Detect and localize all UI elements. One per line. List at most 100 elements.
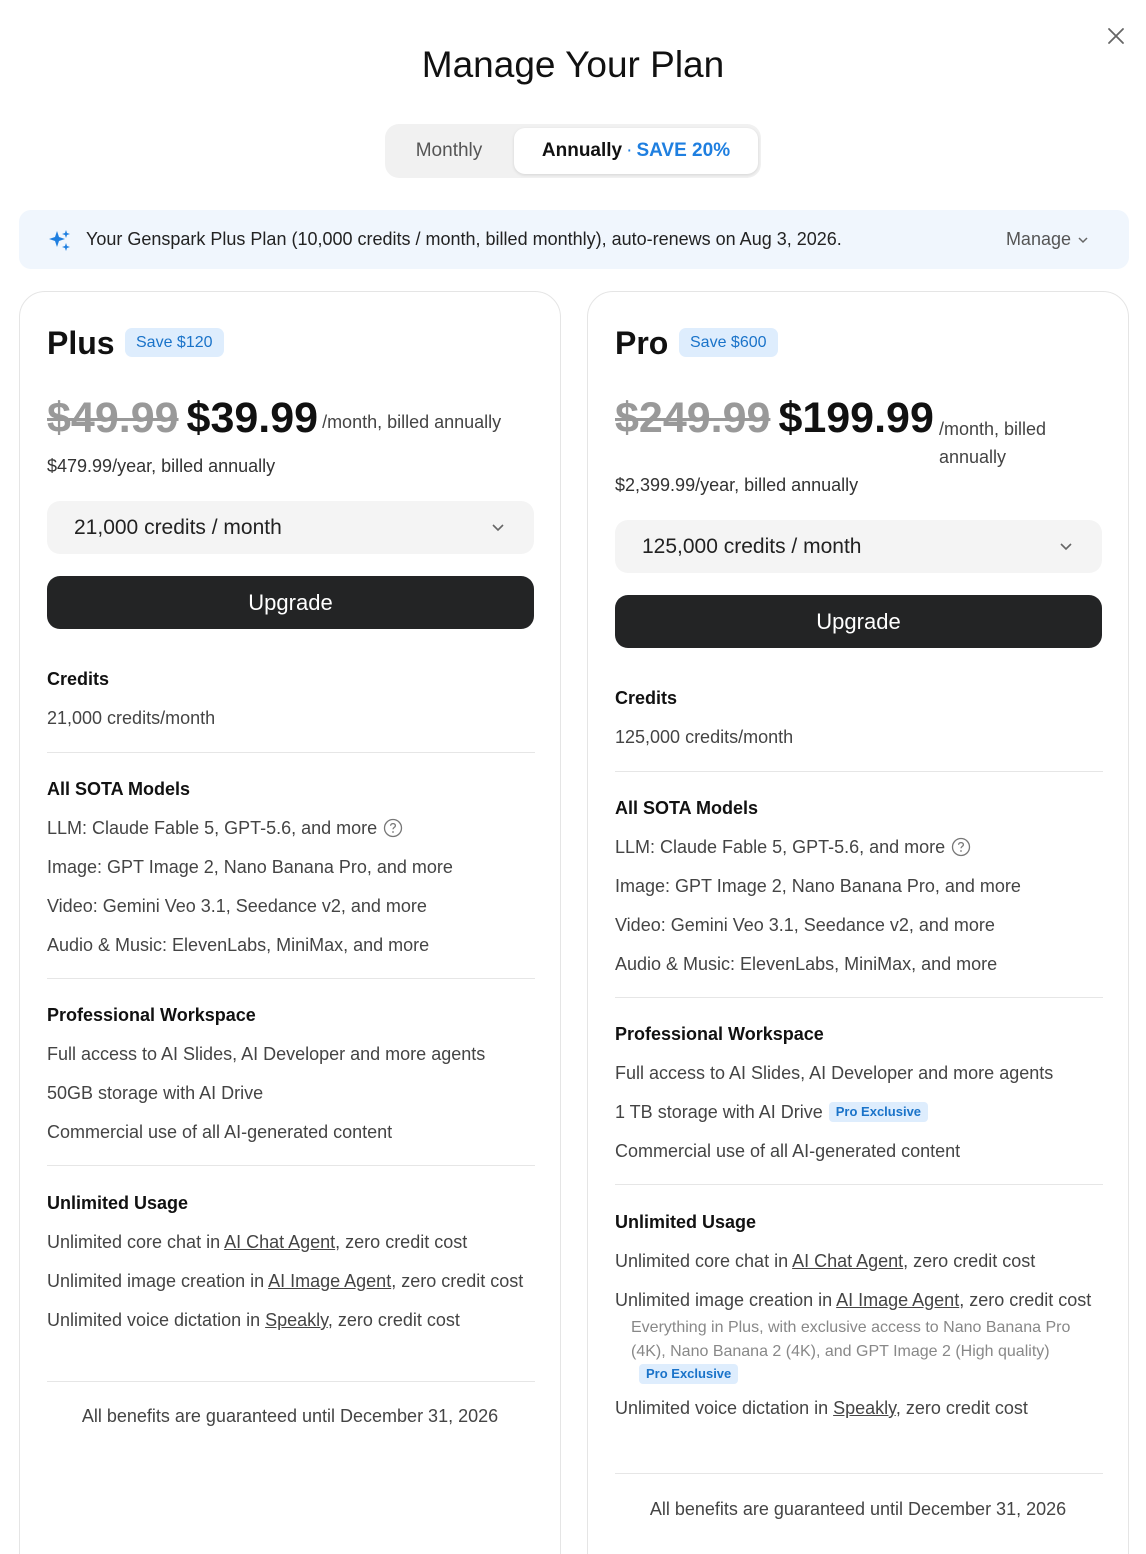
credits-value: 125,000 credits/month xyxy=(615,727,794,747)
workspace-section: Professional Workspace Full access to AI… xyxy=(47,1001,535,1146)
annual-save-label: SAVE 20% xyxy=(636,140,731,161)
feature-item: LLM: Claude Fable 5, GPT-5.6, and more xyxy=(47,814,535,842)
feature-item: Full access to AI Slides, AI Developer a… xyxy=(615,1063,1054,1083)
plan-card-pro: Pro Save $600 $249.99 $199.99 /month, bil… xyxy=(587,291,1129,1554)
feature-item: Audio & Music: ElevenLabs, MiniMax, and … xyxy=(615,954,998,974)
credits-dropdown-value: 125,000 credits / month xyxy=(642,535,862,558)
section-title: Professional Workspace xyxy=(47,1005,256,1025)
feature-text: Unlimited image creation in xyxy=(615,1290,837,1310)
divider xyxy=(47,1381,535,1382)
sparkle-icon xyxy=(49,230,70,251)
section-title: Credits xyxy=(47,669,110,689)
price-period: /month, billed annually xyxy=(939,419,1047,467)
plan-name: Plus xyxy=(47,325,115,361)
current-plan-banner: Your Genspark Plus Plan (10,000 credits … xyxy=(19,210,1129,269)
save-badge: Save $600 xyxy=(679,328,778,357)
feature-item: Commercial use of all AI-generated conte… xyxy=(615,1141,961,1161)
feature-text: 1 TB storage with AI Drive xyxy=(615,1102,823,1122)
feature-item: 50GB storage with AI Drive xyxy=(47,1083,264,1103)
chevron-down-icon xyxy=(492,524,504,532)
price-row: $49.99 $39.99/month, billed annually xyxy=(47,394,501,443)
manage-dropdown[interactable]: Manage xyxy=(1006,210,1089,269)
section-title: Professional Workspace xyxy=(615,1024,824,1044)
feature-item: 1 TB storage with AI Drive Pro Exclusive xyxy=(615,1098,1103,1126)
unlimited-section: Unlimited Usage Unlimited core chat in A… xyxy=(47,1189,535,1334)
section-title: Unlimited Usage xyxy=(615,1212,757,1232)
feature-text: Unlimited core chat in xyxy=(47,1232,225,1252)
yearly-price: $479.99/year, billed annually xyxy=(47,456,276,476)
ai-image-agent-link[interactable]: AI Image Agent xyxy=(268,1271,391,1291)
feature-item: Unlimited voice dictation in Speakly, ze… xyxy=(615,1394,1103,1422)
chevron-down-icon xyxy=(1060,543,1072,551)
feature-text: , zero credit cost xyxy=(959,1290,1092,1310)
speakly-link[interactable]: Speakly xyxy=(265,1310,328,1330)
manage-label: Manage xyxy=(1005,229,1071,249)
credits-dropdown[interactable]: 125,000 credits / month xyxy=(615,520,1102,573)
section-title: Unlimited Usage xyxy=(47,1193,189,1213)
ai-chat-agent-link[interactable]: AI Chat Agent xyxy=(792,1251,903,1271)
original-price: $49.99 xyxy=(47,394,179,442)
help-icon[interactable] xyxy=(383,818,403,838)
feature-item: Audio & Music: ElevenLabs, MiniMax, and … xyxy=(47,935,430,955)
credits-dropdown[interactable]: 21,000 credits / month xyxy=(47,501,534,554)
section-title: All SOTA Models xyxy=(615,798,759,818)
feature-item: Image: GPT Image 2, Nano Banana Pro, and… xyxy=(615,876,1021,896)
monthly-option[interactable]: Monthly xyxy=(385,124,513,178)
pro-exclusive-badge: Pro Exclusive xyxy=(828,1102,929,1122)
feature-item: Unlimited voice dictation in Speakly, ze… xyxy=(47,1306,535,1334)
divider xyxy=(47,752,535,753)
section-title: All SOTA Models xyxy=(47,779,191,799)
feature-item: Video: Gemini Veo 3.1, Seedance v2, and … xyxy=(615,915,995,935)
section-title: Credits xyxy=(615,688,678,708)
feature-item: LLM: Claude Fable 5, GPT-5.6, and more xyxy=(615,833,1103,861)
divider xyxy=(47,1165,535,1166)
feature-text: Unlimited voice dictation in xyxy=(47,1310,266,1330)
feature-text: LLM: Claude Fable 5, GPT-5.6, and more xyxy=(615,837,946,857)
pro-exclusive-badge: Pro Exclusive xyxy=(639,1364,739,1384)
upgrade-button[interactable]: Upgrade xyxy=(47,576,534,629)
price-period: /month, billed annually xyxy=(322,412,502,432)
credits-dropdown-value: 21,000 credits / month xyxy=(74,516,282,539)
feature-item: Unlimited image creation in AI Image Age… xyxy=(47,1267,535,1295)
price-row: $249.99 $199.99 xyxy=(615,394,934,443)
guarantee-text: All benefits are guaranteed until Decemb… xyxy=(81,1406,499,1426)
unlimited-section: Unlimited Usage Unlimited core chat in A… xyxy=(615,1208,1103,1422)
annually-option[interactable]: Annually · SAVE 20% xyxy=(514,128,758,174)
feature-item: Unlimited core chat in AI Chat Agent, ze… xyxy=(47,1228,535,1256)
save-badge: Save $120 xyxy=(125,328,224,357)
feature-item: Full access to AI Slides, AI Developer a… xyxy=(47,1044,486,1064)
ai-image-agent-link[interactable]: AI Image Agent xyxy=(836,1290,959,1310)
divider xyxy=(47,978,535,979)
upgrade-button[interactable]: Upgrade xyxy=(615,595,1102,648)
guarantee-text: All benefits are guaranteed until Decemb… xyxy=(649,1499,1067,1519)
ai-chat-agent-link[interactable]: AI Chat Agent xyxy=(224,1232,335,1252)
yearly-price: $2,399.99/year, billed annually xyxy=(615,475,859,495)
original-price: $249.99 xyxy=(615,394,771,442)
discounted-price: $199.99 xyxy=(778,394,934,442)
feature-text: , zero credit cost xyxy=(895,1398,1028,1418)
plan-name: Pro xyxy=(615,325,669,361)
feature-text: Unlimited image creation in xyxy=(47,1271,269,1291)
discounted-price: $39.99 xyxy=(186,394,319,442)
credits-section: Credits 21,000 credits/month xyxy=(47,665,535,732)
models-section: All SOTA Models LLM: Claude Fable 5, GPT… xyxy=(615,794,1103,978)
feature-text: , zero credit cost xyxy=(327,1310,460,1330)
current-plan-text: Your Genspark Plus Plan (10,000 credits … xyxy=(86,229,842,249)
feature-item: Image: GPT Image 2, Nano Banana Pro, and… xyxy=(47,857,453,877)
feature-item: Unlimited image creation in AI Image Age… xyxy=(615,1286,1103,1314)
feature-text: Unlimited voice dictation in xyxy=(615,1398,834,1418)
feature-text: , zero credit cost xyxy=(391,1271,524,1291)
chevron-down-icon xyxy=(1078,237,1088,244)
workspace-section: Professional Workspace Full access to AI… xyxy=(615,1020,1103,1165)
help-icon[interactable] xyxy=(951,837,971,857)
separator-dot: · xyxy=(626,140,633,161)
speakly-link[interactable]: Speakly xyxy=(833,1398,896,1418)
models-section: All SOTA Models LLM: Claude Fable 5, GPT… xyxy=(47,775,535,959)
divider xyxy=(615,997,1103,998)
subnote-text: Everything in Plus, with exclusive acces… xyxy=(631,1319,1071,1360)
feature-text: , zero credit cost xyxy=(903,1251,1036,1271)
feature-subnote: Everything in Plus, with exclusive acces… xyxy=(615,1316,1103,1388)
annually-label: Annually xyxy=(541,140,623,161)
feature-item: Unlimited core chat in AI Chat Agent, ze… xyxy=(615,1247,1103,1275)
feature-item: Commercial use of all AI-generated conte… xyxy=(47,1122,393,1142)
